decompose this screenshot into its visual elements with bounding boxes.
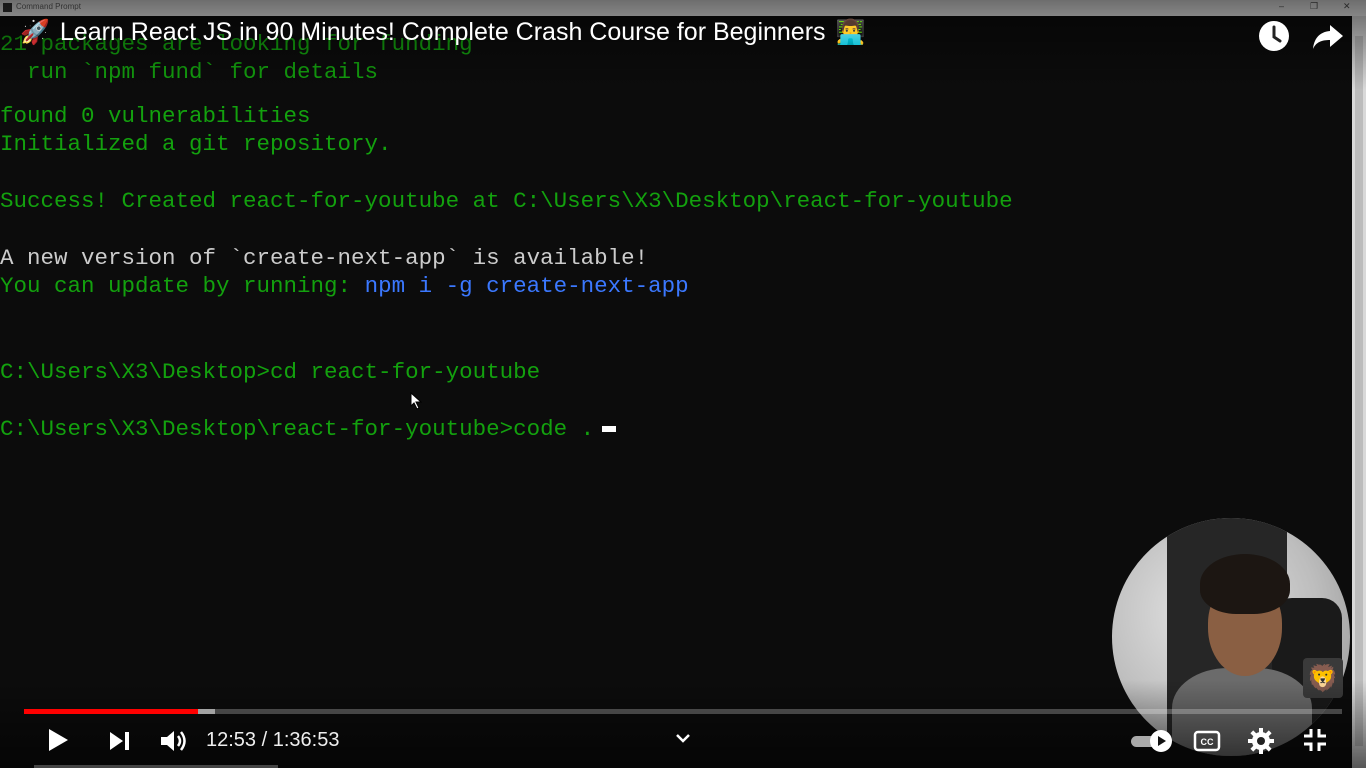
scrollbar-thumb[interactable] [1355,36,1363,746]
terminal-line: A new version of `create-next-app` is av… [0,245,649,271]
terminal-scrollbar[interactable] [1352,16,1366,768]
rocket-emoji: 🚀 [20,19,50,46]
webcam-overlay [1112,518,1350,756]
exit-fullscreen-icon[interactable] [1302,727,1328,753]
autoplay-toggle-icon[interactable] [1130,728,1176,754]
video-title[interactable]: 🚀 Learn React JS in 90 Minutes! Complete… [20,18,865,47]
share-icon[interactable] [1310,18,1346,54]
maximize-button[interactable]: ❐ [1310,1,1318,12]
terminal-prompt-line: C:\Users\X3\Desktop\react-for-youtube>co… [0,415,617,443]
terminal-command: C:\Users\X3\Desktop\react-for-youtube>co… [0,416,595,442]
terminal-line: You can update by running: npm i -g crea… [0,272,689,300]
terminal-line: run `npm fund` for details [0,59,379,85]
next-icon[interactable] [106,728,132,754]
channel-badge[interactable]: 🦁 [1303,658,1343,698]
mouse-pointer-icon [410,392,423,410]
chevron-down-icon[interactable] [674,729,692,747]
progress-played [24,709,198,714]
window-title: Command Prompt [16,2,81,11]
window-titlebar: Command Prompt – ❐ ✕ [0,0,1366,16]
time-separator: / [256,729,273,751]
minimize-button[interactable]: – [1279,1,1284,11]
terminal-line: Success! Created react-for-youtube at C:… [0,188,1013,214]
close-button[interactable]: ✕ [1343,1,1351,12]
svg-text:CC: CC [1201,737,1214,747]
terminal-line: Initialized a git repository. [0,131,392,157]
update-hint-text: You can update by running: [0,273,365,299]
technologist-emoji: 👨‍💻 [835,19,866,46]
time-total: 1:36:53 [272,729,340,751]
gear-icon[interactable] [1247,727,1275,755]
time-current: 12:53 [206,729,257,751]
terminal-line: found 0 vulnerabilities [0,103,311,129]
cc-icon[interactable]: CC [1193,729,1221,753]
play-icon[interactable] [44,726,72,754]
progress-bar[interactable] [24,709,1342,714]
time-display: 12:53 / 1:36:53 [206,729,339,752]
video-title-text[interactable]: Learn React JS in 90 Minutes! Complete C… [60,18,826,47]
clock-icon[interactable] [1256,18,1292,54]
volume-icon[interactable] [158,727,188,755]
text-cursor [602,426,617,433]
terminal-line: C:\Users\X3\Desktop>cd react-for-youtube [0,359,541,385]
command-prompt-icon [3,3,12,12]
update-command-text: npm i -g create-next-app [364,273,689,299]
